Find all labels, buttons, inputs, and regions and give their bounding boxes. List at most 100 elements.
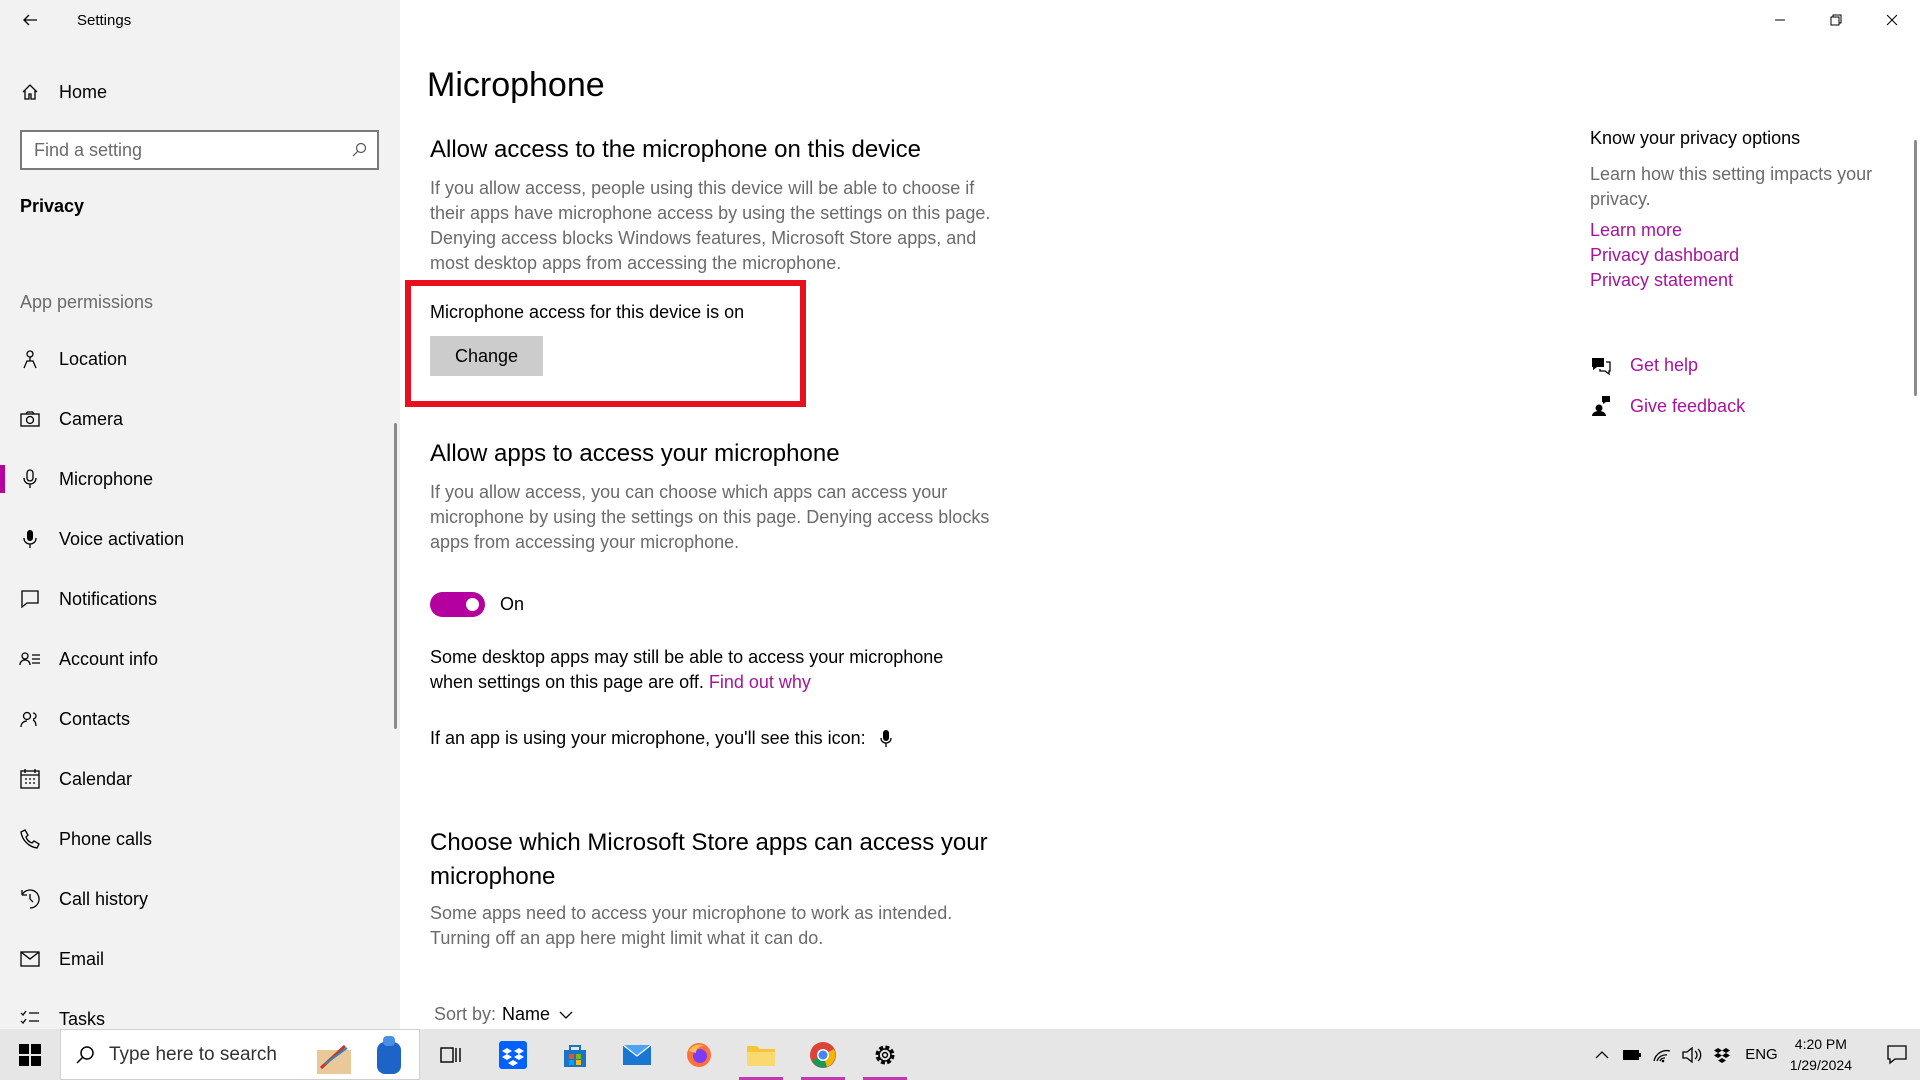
minimize-button[interactable] <box>1752 0 1808 40</box>
wifi-icon <box>1653 1049 1671 1062</box>
home-icon <box>20 83 40 101</box>
network-button[interactable] <box>1647 1029 1677 1080</box>
sidebar-nav: Location Camera Microphone Voice activat… <box>0 329 400 1049</box>
taskbar-search-box[interactable]: Type here to search <box>60 1029 420 1080</box>
dropbox-tray-button[interactable] <box>1707 1029 1737 1080</box>
privacy-options-title: Know your privacy options <box>1590 128 1801 148</box>
main-content: Microphone Allow access to the microphon… <box>400 0 1920 1029</box>
close-button[interactable] <box>1864 0 1920 40</box>
back-button[interactable] <box>14 6 46 34</box>
taskbar-search-placeholder: Type here to search <box>109 1043 277 1065</box>
give-feedback-link[interactable]: Give feedback <box>1590 395 1745 417</box>
close-icon <box>1886 14 1898 26</box>
clock[interactable]: 4:20 PM 1/29/2024 <box>1790 1034 1852 1076</box>
sidebar-item-home[interactable]: Home <box>0 72 400 112</box>
volume-icon <box>1682 1046 1702 1063</box>
sidebar-item-camera[interactable]: Camera <box>0 389 400 449</box>
section-label-app-permissions: App permissions <box>20 292 154 312</box>
sidebar-item-phone-calls[interactable]: Phone calls <box>0 809 400 869</box>
mic-icon-note: If an app is using your microphone, you'… <box>430 728 866 748</box>
mic-icon-note-row: If an app is using your microphone, you'… <box>430 726 892 751</box>
sidebar-item-calendar[interactable]: Calendar <box>0 749 400 809</box>
dropbox-icon <box>499 1040 527 1069</box>
taskbar-app-file-explorer[interactable] <box>730 1029 792 1080</box>
sidebar-item-label: Phone calls <box>59 828 153 849</box>
microphone-icon <box>19 469 41 489</box>
file-explorer-icon <box>747 1045 775 1066</box>
privacy-dashboard-link[interactable]: Privacy dashboard <box>1590 245 1739 266</box>
device-access-description: If you allow access, people using this d… <box>430 178 991 273</box>
clock-date: 1/29/2024 <box>1789 1056 1852 1073</box>
sidebar-item-account-info[interactable]: Account info <box>0 629 400 689</box>
find-setting-input[interactable] <box>22 132 341 168</box>
email-icon <box>19 951 41 967</box>
home-label: Home <box>59 81 108 102</box>
chevron-down-icon <box>559 1011 573 1019</box>
taskbar-app-settings[interactable] <box>854 1029 916 1080</box>
search-icon[interactable] <box>341 142 377 158</box>
battery-button[interactable] <box>1617 1029 1647 1080</box>
find-out-why-link[interactable]: Find out why <box>709 672 811 692</box>
find-setting-search-box[interactable] <box>20 130 379 170</box>
sidebar-item-label: Email <box>59 948 105 969</box>
task-view-button[interactable] <box>420 1029 482 1080</box>
volume-button[interactable] <box>1677 1029 1707 1080</box>
contacts-icon <box>19 710 41 728</box>
main-scrollbar[interactable] <box>1914 140 1917 396</box>
store-apps-heading: Choose which Microsoft Store apps can ac… <box>430 829 988 890</box>
taskbar-app-firefox[interactable] <box>668 1029 730 1080</box>
sidebar-item-location[interactable]: Location <box>0 329 400 389</box>
taskbar-app-mail[interactable] <box>606 1029 668 1080</box>
taskbar-app-dropbox[interactable] <box>482 1029 544 1080</box>
device-access-status: Microphone access for this device is on <box>430 302 745 322</box>
sidebar-item-contacts[interactable]: Contacts <box>0 689 400 749</box>
restore-icon <box>1830 14 1842 26</box>
search-highlight-illustration <box>315 1034 415 1077</box>
sidebar-item-label: Notifications <box>59 588 158 609</box>
sort-label: Sort by: <box>434 1004 497 1024</box>
search-icon <box>76 1045 94 1064</box>
back-arrow-icon <box>23 14 37 26</box>
sidebar-item-call-history[interactable]: Call history <box>0 869 400 929</box>
notification-center-icon <box>1887 1044 1907 1064</box>
sidebar-item-notifications[interactable]: Notifications <box>0 569 400 629</box>
desktop-apps-note: Some desktop apps may still be able to a… <box>430 645 990 695</box>
microsoft-store-icon <box>564 1044 586 1067</box>
account-info-icon <box>19 651 41 667</box>
apps-access-toggle[interactable] <box>430 592 485 617</box>
sidebar-item-label: Tasks <box>59 1008 106 1029</box>
start-button[interactable] <box>0 1029 60 1080</box>
battery-icon <box>1623 1049 1642 1060</box>
microphone-in-use-icon <box>880 729 892 747</box>
sidebar-item-voice-activation[interactable]: Voice activation <box>0 509 400 569</box>
show-hidden-icons-button[interactable] <box>1587 1029 1617 1080</box>
restore-button[interactable] <box>1808 0 1864 40</box>
sidebar-scrollbar[interactable] <box>394 423 397 729</box>
sidebar-item-label: Contacts <box>59 708 131 729</box>
store-apps-description: Some apps need to access your microphone… <box>430 903 953 948</box>
sidebar-item-label: Calendar <box>59 768 133 789</box>
calendar-icon <box>19 769 41 789</box>
voice-activation-icon <box>19 529 41 549</box>
sidebar-item-email[interactable]: Email <box>0 929 400 989</box>
taskbar-app-microsoft-store[interactable] <box>544 1029 606 1080</box>
sort-dropdown[interactable]: Sort by: Name <box>434 1004 573 1025</box>
sidebar: Settings Home Privacy App permissions Lo… <box>0 0 400 1029</box>
privacy-statement-link[interactable]: Privacy statement <box>1590 270 1733 291</box>
chevron-up-icon <box>1595 1050 1609 1058</box>
minimize-icon <box>1775 19 1785 21</box>
firefox-icon <box>687 1042 711 1067</box>
phone-icon <box>19 829 41 849</box>
chrome-icon <box>810 1041 836 1068</box>
taskbar-app-chrome[interactable] <box>792 1029 854 1080</box>
get-help-link[interactable]: Get help <box>1590 355 1698 376</box>
sidebar-item-microphone[interactable]: Microphone <box>0 449 400 509</box>
call-history-icon <box>19 889 41 909</box>
app-title: Settings <box>77 12 132 29</box>
learn-more-link[interactable]: Learn more <box>1590 220 1682 241</box>
windows-logo-icon <box>19 1043 41 1066</box>
dropbox-tray-icon <box>1714 1047 1731 1063</box>
change-button[interactable]: Change <box>430 336 543 376</box>
action-center-button[interactable] <box>1874 1029 1920 1080</box>
input-language[interactable]: ENG <box>1745 1046 1778 1063</box>
